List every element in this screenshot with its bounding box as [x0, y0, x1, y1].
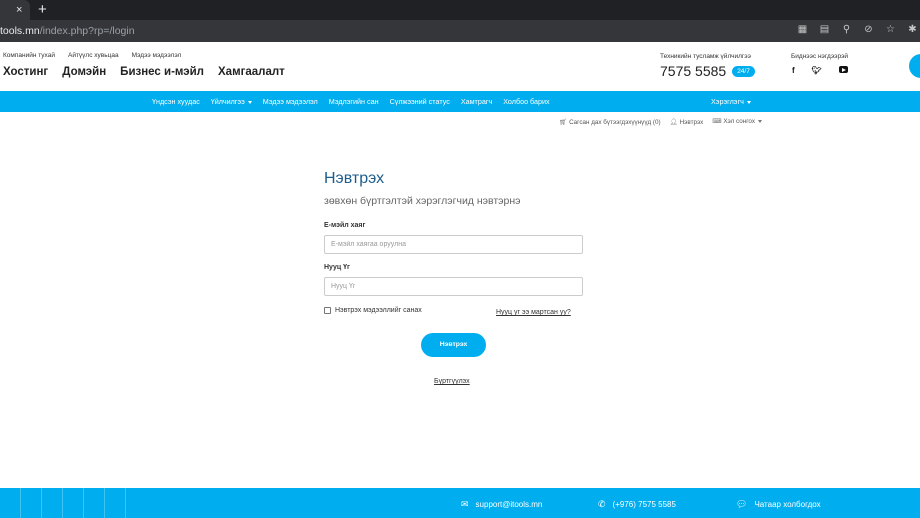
main-nav: Хостинг Домэйн Бизнес и-мэйл Хамгаалалт — [3, 66, 285, 78]
footer-chat[interactable]: 💬︎ Чатаар холбогдох — [736, 499, 821, 510]
url-path: /index.php?rp=/login — [39, 25, 135, 37]
remember-me: Нэвтрэх мэдээллийг санах — [324, 307, 422, 314]
language-icon: ⌨ — [712, 118, 722, 125]
footer-email-text: support@itools.mn — [475, 500, 543, 509]
footer-dividers — [0, 488, 126, 518]
forgot-password-link[interactable]: Нууц үг ээ мартсан уу? — [496, 309, 571, 316]
user-menu-label: Хэрэглэгч — [711, 97, 744, 106]
page-title: Нэвтрэх — [324, 170, 385, 187]
social-icons: f 🐦︎ — [791, 66, 848, 75]
footer-phone[interactable]: ✆ (+976) 7575 5585 — [598, 499, 676, 510]
login-link-label: Нэвтрэх — [679, 119, 704, 126]
top-links: Компанийн тухай Айтүүлс хувьцаа Мэдээ мэ… — [3, 52, 181, 59]
main-nav-hosting[interactable]: Хостинг — [3, 66, 48, 78]
chat-bubble-button[interactable] — [909, 54, 920, 78]
cart-icon: 🛒︎ — [559, 119, 568, 126]
utility-row: 🛒︎ Сагсан дах бүтээгдэхүүнүүд (0) 👤︎ Нэвтр… — [559, 118, 762, 126]
url-text[interactable]: tools.mn/index.php?rp=/login — [0, 25, 135, 37]
support-phone[interactable]: 7575 5585 — [660, 63, 726, 79]
cart-label: Сагсан дах бүтээгдэхүүнүүд (0) — [569, 119, 661, 126]
chevron-down-icon — [758, 119, 762, 123]
user-menu[interactable]: Хэрэглэгч — [711, 97, 751, 106]
support-badge: 24/7 — [732, 65, 755, 77]
top-link-about[interactable]: Компанийн тухай — [3, 52, 55, 59]
main-nav-domain[interactable]: Домэйн — [62, 66, 106, 78]
social-block: Биднээс нэгдээрэй f 🐦︎ — [791, 53, 848, 75]
user-icon: 👤︎ — [669, 119, 678, 126]
site-header: Компанийн тухай Айтүүлс хувьцаа Мэдээ мэ… — [0, 42, 920, 91]
new-tab-icon[interactable]: + — [38, 2, 47, 17]
nav-partner[interactable]: Хамтрагч — [461, 97, 492, 106]
footer-email[interactable]: ✉ support@itools.mn — [461, 499, 542, 510]
secondary-nav: Үндсэн хуудас Үйлчилгээ Мэдээ мэдээлэл М… — [0, 91, 920, 112]
social-title: Биднээс нэгдээрэй — [791, 53, 849, 60]
login-form: Нэвтрэх зөвхөн бүртгэлтэй хэрэглэгчид нэ… — [324, 170, 583, 385]
login-link[interactable]: 👤︎ Нэвтрэх — [670, 118, 704, 126]
nav-services[interactable]: Үйлчилгээ — [211, 97, 252, 106]
browser-tabbar: × + — [0, 0, 920, 20]
url-host: tools.mn — [0, 25, 40, 37]
nav-news[interactable]: Мэдээ мэдээлэл — [263, 97, 318, 106]
main-nav-business-email[interactable]: Бизнес и-мэйл — [120, 66, 204, 78]
remember-label[interactable]: Нэвтрэх мэдээллийг санах — [335, 307, 422, 314]
zoom-icon[interactable]: ⚲ — [841, 24, 852, 35]
top-link-news[interactable]: Мэдээ мэдээлэл — [132, 52, 182, 59]
cart-link[interactable]: 🛒︎ Сагсан дах бүтээгдэхүүнүүд (0) — [559, 118, 661, 126]
extension-icon[interactable]: ✱ — [907, 24, 918, 35]
support-phone-row: 7575 5585 24/7 — [660, 63, 755, 79]
password-field[interactable] — [324, 277, 583, 296]
site-footer: ✉ support@itools.mn ✆ (+976) 7575 5585 💬︎ Ч… — [0, 488, 920, 518]
language-label: Хэл сонгох — [723, 118, 755, 125]
support-title: Техникийн тусламж үйлчилгээ — [660, 53, 751, 60]
register-link[interactable]: Бүртгүүлэх — [434, 378, 470, 385]
nav-knowledgebase[interactable]: Мэдлэгийн сан — [329, 97, 379, 106]
chevron-down-icon — [746, 100, 751, 104]
envelope-icon: ✉ — [461, 499, 469, 509]
phone-icon: ✆ — [598, 499, 606, 509]
login-button[interactable]: Нэвтрэх — [421, 333, 486, 357]
youtube-icon[interactable] — [838, 66, 848, 73]
close-tab-icon[interactable]: × — [16, 3, 22, 17]
password-label: Нууц Үг — [324, 264, 350, 271]
eye-off-icon[interactable]: ⊘ — [863, 24, 874, 35]
footer-phone-text: (+976) 7575 5585 — [612, 500, 676, 509]
secondary-nav-items: Үндсэн хуудас Үйлчилгээ Мэдээ мэдээлэл М… — [152, 97, 550, 106]
bookmark-star-icon[interactable]: ☆ — [885, 24, 896, 35]
chat-icon: 💬︎ — [736, 499, 748, 509]
nav-services-label: Үйлчилгээ — [210, 97, 245, 106]
browser-tab[interactable]: × — [0, 0, 30, 20]
address-bar[interactable]: tools.mn/index.php?rp=/login ▦ ▤ ⚲ ⊘ ☆ ✱ — [0, 20, 920, 42]
qr-code-icon[interactable]: ▦ — [797, 24, 808, 35]
facebook-icon[interactable]: f — [792, 66, 795, 75]
footer-chat-text: Чатаар холбогдох — [754, 500, 821, 509]
address-bar-icons: ▦ ▤ ⚲ ⊘ ☆ ✱ — [797, 24, 920, 38]
support-block: Техникийн тусламж үйлчилгээ 7575 5585 24… — [660, 53, 755, 79]
page-subtitle: зөвхөн бүртгэлтэй хэрэглэгчид нэвтэрнэ — [324, 195, 521, 207]
nav-home[interactable]: Үндсэн хуудас — [152, 97, 200, 106]
top-link-shares[interactable]: Айтүүлс хувьцаа — [68, 52, 119, 59]
nav-network-status[interactable]: Сүлжээний статус — [390, 97, 450, 106]
email-field[interactable] — [324, 235, 583, 254]
twitter-icon[interactable]: 🐦︎ — [812, 66, 822, 75]
email-label: Е-мэйл хаяг — [324, 222, 366, 229]
translate-icon[interactable]: ▤ — [819, 24, 830, 35]
remember-checkbox[interactable] — [324, 307, 331, 314]
main-nav-security[interactable]: Хамгаалалт — [218, 66, 285, 78]
nav-contact[interactable]: Холбоо барих — [503, 97, 549, 106]
chevron-down-icon — [247, 100, 252, 104]
language-selector[interactable]: ⌨ Хэл сонгох — [712, 118, 762, 126]
